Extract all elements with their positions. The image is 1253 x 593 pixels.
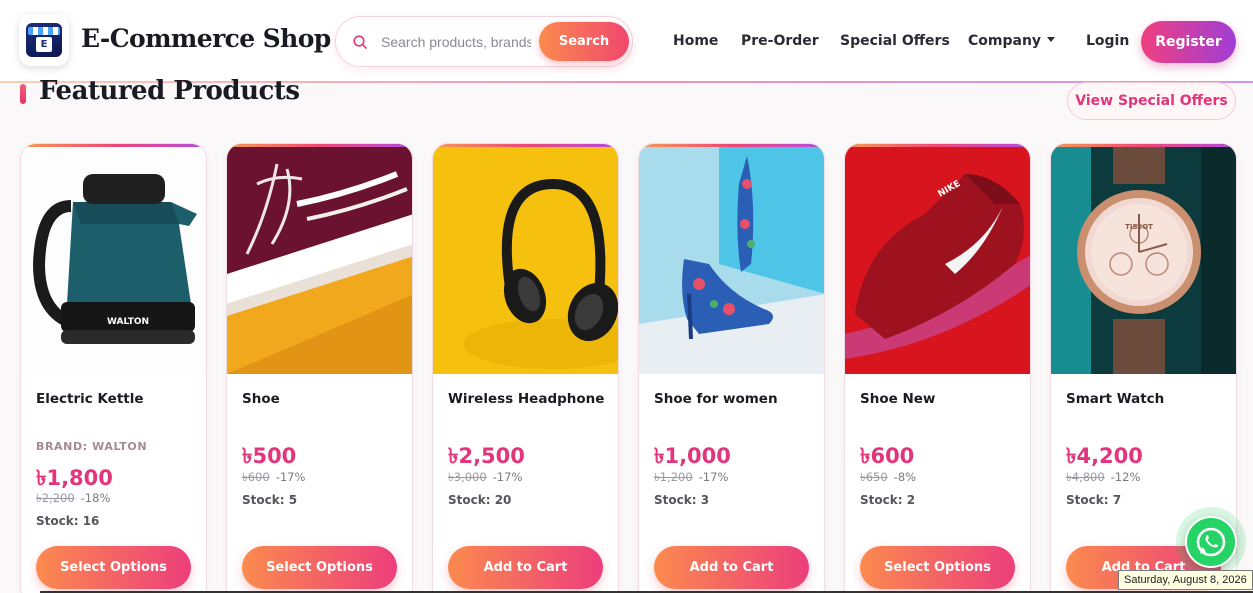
add-to-cart-button[interactable]: Add to Cart [448, 546, 603, 589]
stock-count: Stock: 20 [448, 493, 512, 507]
search-icon [353, 35, 367, 49]
product-image-nike[interactable]: NIKE [845, 144, 1030, 374]
discount-percent: -12% [1110, 470, 1141, 484]
search-input[interactable] [381, 30, 531, 54]
price-meta: ৳1,200 -17% [654, 469, 728, 488]
discount-percent: -17% [698, 470, 729, 484]
add-to-cart-button[interactable]: Add to Cart [654, 546, 809, 589]
original-price: ৳4,800 [1066, 470, 1105, 484]
product-name[interactable]: Smart Watch [1066, 391, 1164, 407]
site-header: E E-Commerce Shop Search Home Pre-Order … [0, 0, 1253, 83]
product-card[interactable]: Shoe ৳500 ৳600 -17% Stock: 5 Select Optio… [226, 143, 413, 593]
product-image-shoe[interactable] [227, 144, 412, 374]
nav-login[interactable]: Login [1086, 33, 1129, 49]
product-card[interactable]: Shoe for women ৳1,000 ৳1,200 -17% Stock: … [638, 143, 825, 593]
product-card[interactable]: Wireless Headphone ৳2,500 ৳3,000 -17% Sto… [432, 143, 619, 593]
select-options-button[interactable]: Select Options [860, 546, 1015, 589]
stock-count: Stock: 3 [654, 493, 710, 507]
product-image-kettle[interactable]: WALTON [21, 144, 206, 374]
whatsapp-icon [1185, 516, 1237, 568]
product-image-headphone[interactable] [433, 144, 618, 374]
search-button[interactable]: Search [539, 22, 629, 61]
price-meta: ৳650 -8% [860, 469, 916, 488]
select-options-button[interactable]: Select Options [242, 546, 397, 589]
section-accent-bar [20, 84, 26, 104]
product-brand: BRAND: WALTON [36, 440, 148, 453]
product-name[interactable]: Electric Kettle [36, 391, 144, 407]
view-special-offers-button[interactable]: View Special Offers [1067, 82, 1236, 120]
stock-count: Stock: 5 [242, 493, 298, 507]
date-tooltip: Saturday, August 8, 2026 [1118, 570, 1253, 590]
price-meta: ৳2,200 -18% [36, 490, 110, 509]
product-image-watch[interactable]: TISSOT [1051, 144, 1236, 374]
price-meta: ৳4,800 -12% [1066, 469, 1140, 488]
discount-percent: -17% [492, 470, 523, 484]
nav-company-dropdown[interactable]: Company [968, 33, 1056, 49]
register-button[interactable]: Register [1141, 21, 1236, 63]
stock-count: Stock: 16 [36, 514, 100, 528]
discount-percent: -8% [893, 470, 917, 484]
nav-pre-order[interactable]: Pre-Order [741, 33, 819, 49]
nav-special-offers[interactable]: Special Offers [840, 33, 950, 49]
product-card[interactable]: WALTON Electric Kettle BRAND: WALTON ৳1,… [20, 143, 207, 593]
kettle-brand-text: WALTON [107, 317, 149, 327]
stock-count: Stock: 2 [860, 493, 916, 507]
price-meta: ৳600 -17% [242, 469, 305, 488]
price-meta: ৳3,000 -17% [448, 469, 522, 488]
section-title: Featured Products [39, 76, 300, 106]
nav-home[interactable]: Home [673, 33, 718, 49]
brand-name[interactable]: E-Commerce Shop [81, 24, 331, 53]
whatsapp-chat-button[interactable] [1176, 507, 1246, 577]
product-name[interactable]: Shoe for women [654, 391, 778, 407]
nav-company-label: Company [968, 33, 1042, 49]
product-name[interactable]: Shoe New [860, 391, 935, 407]
discount-percent: -18% [80, 491, 111, 505]
product-image-heels[interactable] [639, 144, 824, 374]
shop-logo[interactable]: E [19, 14, 69, 66]
original-price: ৳1,200 [654, 470, 693, 484]
original-price: ৳3,000 [448, 470, 487, 484]
stock-count: Stock: 7 [1066, 493, 1122, 507]
product-name[interactable]: Wireless Headphone [448, 391, 604, 407]
original-price: ৳650 [860, 470, 888, 484]
select-options-button[interactable]: Select Options [36, 546, 191, 589]
product-card[interactable]: NIKE Shoe New ৳600 ৳650 -8% Stock: 2 Sele… [844, 143, 1031, 593]
product-name[interactable]: Shoe [242, 391, 280, 407]
original-price: ৳600 [242, 470, 270, 484]
store-icon: E [26, 23, 62, 57]
caret-down-icon [1047, 37, 1056, 42]
search-bar: Search [335, 16, 633, 67]
discount-percent: -17% [275, 470, 306, 484]
original-price: ৳2,200 [36, 491, 75, 505]
watch-brand-text: TISSOT [1125, 223, 1153, 231]
